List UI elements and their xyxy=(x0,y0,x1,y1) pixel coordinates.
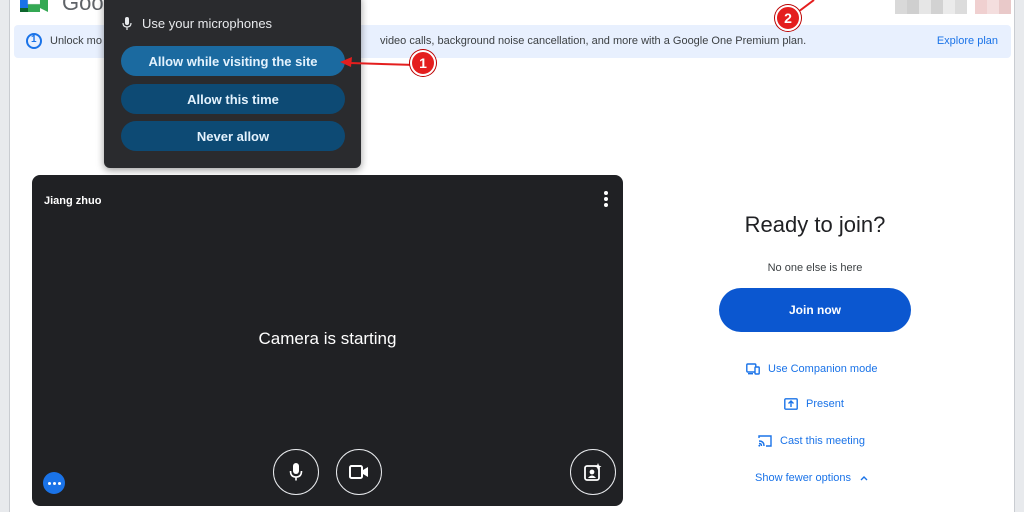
window-edge-left xyxy=(0,0,10,512)
microphone-permission-label: Use your microphones xyxy=(142,16,273,31)
cast-icon xyxy=(758,435,772,447)
chevron-up-icon xyxy=(860,476,868,481)
video-preview: Jiang zhuo Camera is starting xyxy=(32,175,623,506)
present-label: Present xyxy=(806,398,844,410)
obscured-avatar[interactable] xyxy=(975,0,1011,14)
present-option[interactable]: Present xyxy=(784,398,844,410)
camera-toggle-button[interactable] xyxy=(336,449,382,495)
explore-plan-link[interactable]: Explore plan xyxy=(937,35,998,47)
effects-sparkle-icon xyxy=(584,463,602,481)
participant-name: Jiang zhuo xyxy=(44,195,102,207)
never-allow-button[interactable]: Never allow xyxy=(121,121,345,151)
annotation-arrow-1 xyxy=(340,57,416,67)
window-edge-right xyxy=(1014,0,1024,512)
meet-logo-icon xyxy=(20,0,48,12)
more-actions-button[interactable] xyxy=(43,472,65,494)
cast-meeting-option[interactable]: Cast this meeting xyxy=(758,435,865,447)
microphone-icon xyxy=(289,463,303,481)
browser-page: Goo Unlock mo video calls, background no… xyxy=(0,0,1024,512)
obscured-account-area xyxy=(895,0,967,14)
camera-status-text: Camera is starting xyxy=(258,329,397,348)
participants-status: No one else is here xyxy=(767,262,863,274)
present-icon xyxy=(784,398,798,410)
annotation-marker-2: 2 xyxy=(775,5,801,31)
cast-meeting-label: Cast this meeting xyxy=(780,435,865,447)
companion-mode-label: Use Companion mode xyxy=(768,363,878,375)
ready-to-join-title: Ready to join? xyxy=(744,212,886,237)
visual-effects-button[interactable] xyxy=(570,449,616,495)
banner-text-start: Unlock mo xyxy=(50,35,102,47)
more-options-icon[interactable] xyxy=(603,191,609,207)
allow-while-visiting-button[interactable]: Allow while visiting the site xyxy=(121,46,345,76)
app-logo-text: Goo xyxy=(62,0,104,15)
microphone-icon xyxy=(122,16,132,30)
show-fewer-options-toggle[interactable]: Show fewer options xyxy=(755,472,869,484)
video-camera-icon xyxy=(349,465,368,479)
join-now-button[interactable]: Join now xyxy=(719,288,911,332)
microphone-permission-row: Use your microphones xyxy=(122,16,272,31)
microphone-toggle-button[interactable] xyxy=(273,449,319,495)
allow-this-time-button[interactable]: Allow this time xyxy=(121,84,345,114)
permission-popup: Use your microphones Allow while visitin… xyxy=(104,0,361,168)
annotation-marker-1: 1 xyxy=(410,50,436,76)
companion-icon xyxy=(746,363,760,375)
banner-text: video calls, background noise cancellati… xyxy=(380,35,807,47)
info-badge-icon xyxy=(26,33,42,49)
companion-mode-option[interactable]: Use Companion mode xyxy=(746,363,877,375)
show-fewer-options-label: Show fewer options xyxy=(755,472,851,484)
